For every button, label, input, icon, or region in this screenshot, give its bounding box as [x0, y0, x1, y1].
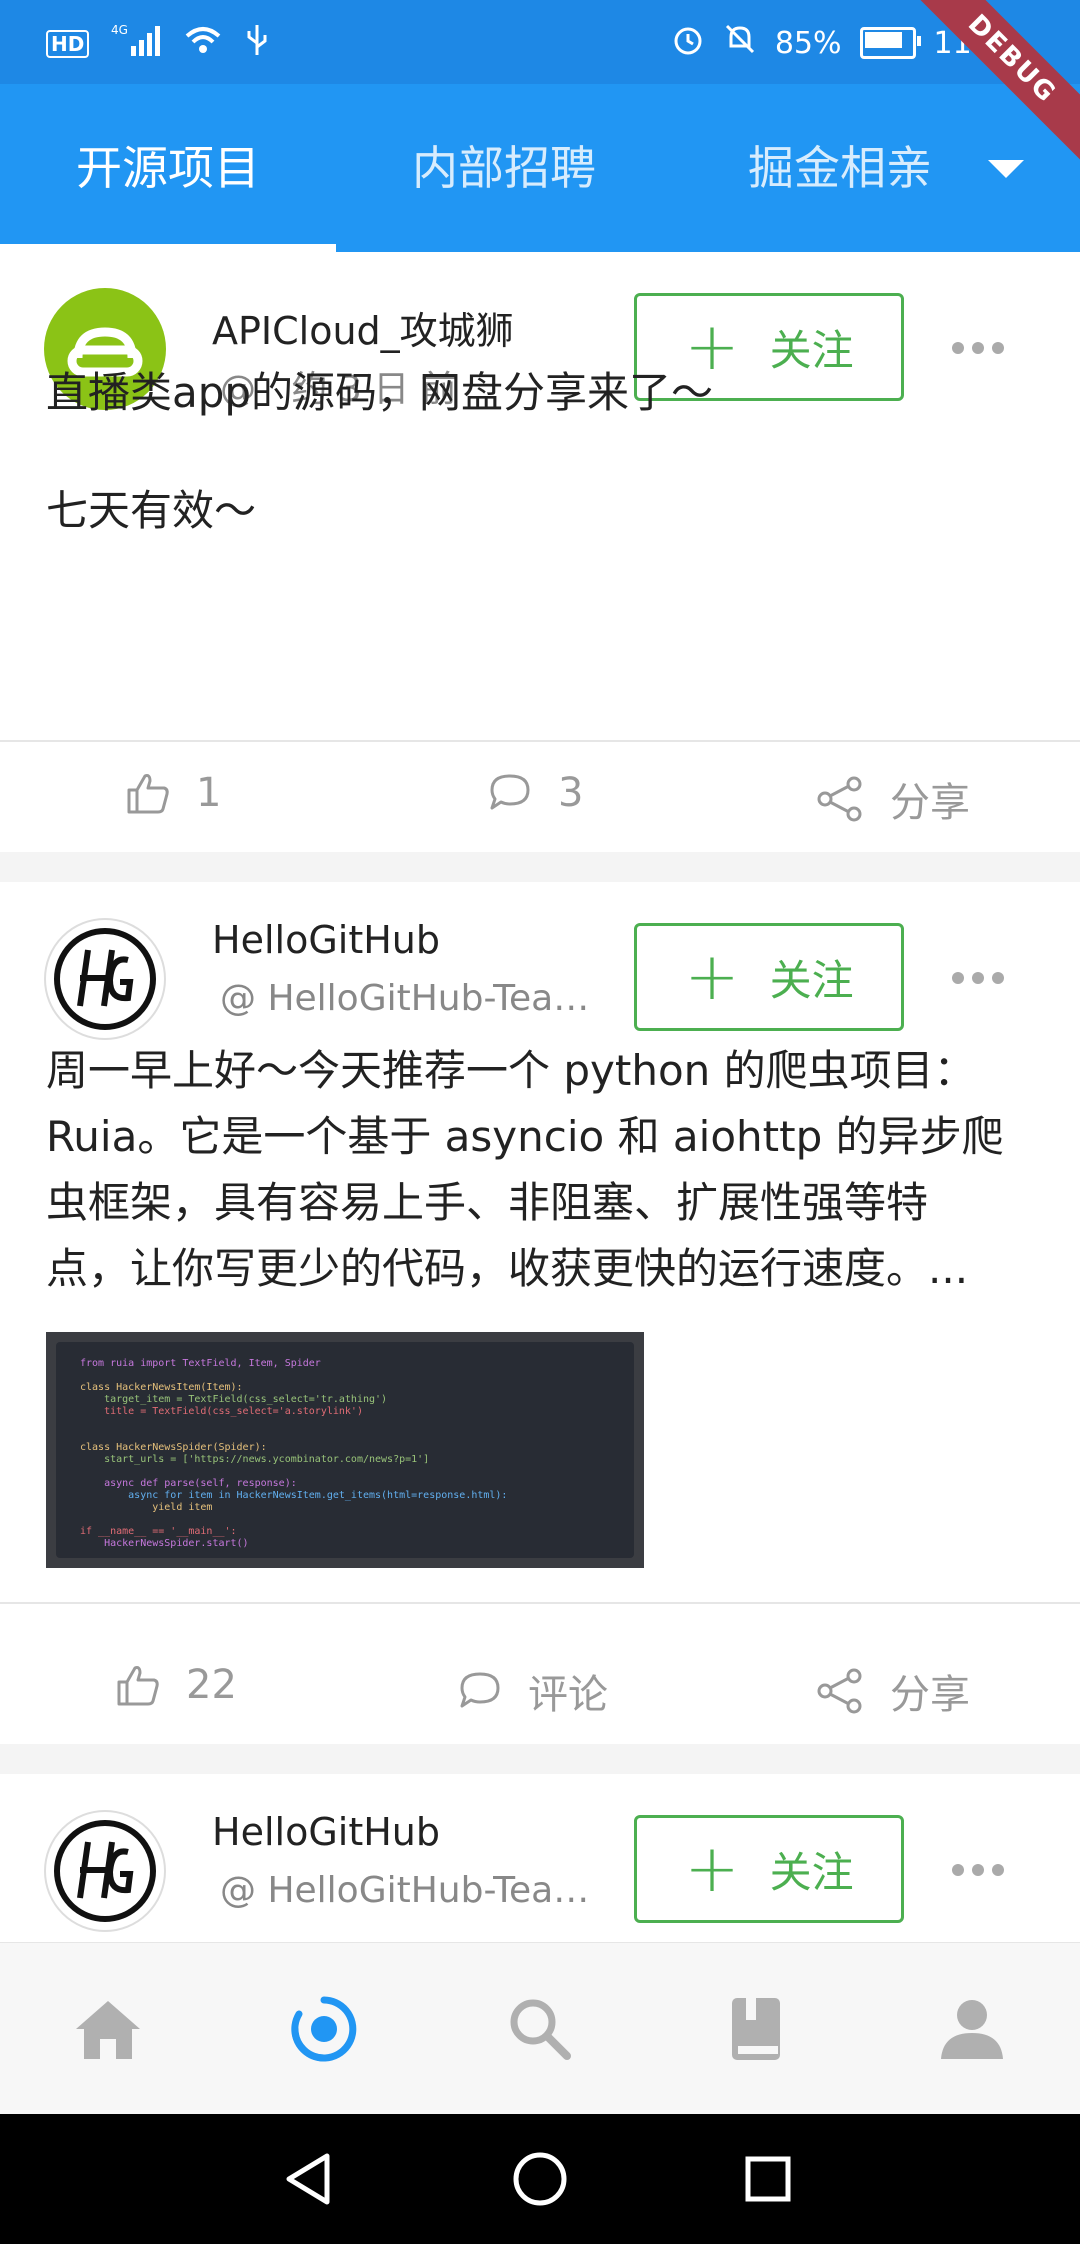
- feed[interactable]: APICloud_攻城狮 @ 约 3 日 前 + 关注 直播类app的源码，网盘…: [0, 252, 1080, 1942]
- author-name[interactable]: APICloud_攻城狮: [212, 300, 514, 355]
- tab-internal-hiring[interactable]: 内部招聘: [336, 84, 672, 252]
- comment-button[interactable]: 3: [488, 770, 583, 816]
- post-content[interactable]: 周一早上好～今天推荐一个 python 的爬虫项目： Ruia。它是一个基于 a…: [46, 1038, 1036, 1302]
- code-line: class HackerNewsItem(Item):: [80, 1382, 243, 1393]
- post-card: APICloud_攻城狮 @ 约 3 日 前 + 关注 直播类app的源码，网盘…: [0, 252, 1080, 852]
- divider: [0, 740, 1080, 742]
- hd-icon: HD: [46, 30, 90, 58]
- nav-activity[interactable]: [216, 1943, 432, 2115]
- share-button[interactable]: 分享: [816, 770, 970, 828]
- share-label: 分享: [890, 1672, 970, 1718]
- avatar[interactable]: [44, 918, 166, 1040]
- post-content[interactable]: 直播类app的源码，网盘分享来了～ 七天有效～: [46, 360, 1036, 536]
- search-icon: [510, 1999, 571, 2060]
- signal-icon: 4G: [111, 22, 161, 66]
- thumbs-up-icon: [127, 774, 169, 814]
- code-line: async def parse(self, response):: [80, 1478, 297, 1489]
- tab-dating[interactable]: 掘金相亲: [672, 84, 1008, 252]
- network-type-label: 4G: [111, 23, 128, 37]
- home-icon: [76, 2001, 140, 2059]
- battery-percent: 85%: [774, 25, 842, 61]
- comment-count: 3: [558, 770, 584, 816]
- comment-button[interactable]: 评论: [458, 1662, 608, 1720]
- alarm-icon: [671, 22, 705, 64]
- tab-indicator: [0, 244, 336, 252]
- code-line: HackerNewsSpider.start(): [80, 1538, 249, 1549]
- code-screenshot: from ruia import TextField, Item, Spider…: [56, 1342, 634, 1558]
- like-button[interactable]: 1: [126, 770, 221, 816]
- follow-button[interactable]: + 关注: [634, 923, 904, 1031]
- hellogithub-logo-icon: [54, 1820, 156, 1922]
- tab-bar: 开源项目 内部招聘 掘金相亲: [0, 84, 1080, 252]
- post-content-line: 虫框架，具有容易上手、非阻塞、扩展性强等特: [46, 1178, 929, 1227]
- post-content-line: 直播类app的源码，网盘分享来了～: [46, 368, 714, 417]
- author-name[interactable]: HelloGitHub: [212, 918, 440, 962]
- like-button[interactable]: 22: [116, 1662, 237, 1708]
- home-circle-icon[interactable]: [510, 2149, 570, 2209]
- tab-dropdown-icon[interactable]: [988, 160, 1024, 178]
- mute-bell-icon: [723, 22, 757, 64]
- book-icon: [732, 1998, 780, 2060]
- code-line: from ruia import TextField, Item, Spider: [80, 1358, 321, 1369]
- back-icon[interactable]: [278, 2149, 338, 2209]
- code-line: if __name__ == '__main__':: [80, 1526, 237, 1537]
- more-options-icon[interactable]: [952, 1864, 1004, 1876]
- share-label: 分享: [890, 780, 970, 826]
- code-line: target_item = TextField(css_select='tr.a…: [80, 1394, 388, 1405]
- share-button[interactable]: 分享: [816, 1662, 970, 1720]
- divider: [0, 1602, 1080, 1604]
- post-content-line: 七天有效～: [46, 486, 257, 535]
- post-image[interactable]: from ruia import TextField, Item, Spider…: [46, 1332, 644, 1568]
- comment-icon: [460, 1672, 500, 1708]
- post-card: HelloGitHub @ HelloGitHub-Team... + 关注: [0, 1774, 1080, 1942]
- follow-button[interactable]: + 关注: [634, 1815, 904, 1923]
- tab-open-source[interactable]: 开源项目: [0, 84, 336, 252]
- post-content-line: 点，让你写更少的代码，收获更快的运行速度。...: [46, 1244, 969, 1293]
- recents-icon[interactable]: [738, 2149, 798, 2209]
- nav-profile[interactable]: [864, 1943, 1080, 2115]
- battery-icon: [859, 27, 921, 59]
- follow-label: 关注: [769, 1847, 854, 1897]
- bottom-nav: [0, 1942, 1080, 2115]
- activity-icon: [291, 1996, 357, 2062]
- code-line: start_urls = ['https://news.ycombinator.…: [80, 1454, 430, 1465]
- nav-home[interactable]: [0, 1943, 216, 2115]
- author-name[interactable]: HelloGitHub: [212, 1810, 440, 1854]
- plus-icon: +: [684, 938, 740, 1015]
- comment-icon: [490, 774, 530, 810]
- hellogithub-logo-icon: [54, 928, 156, 1030]
- post-card: HelloGitHub @ HelloGitHub-Team... + 关注 周…: [0, 882, 1080, 1744]
- author-handle: @ HelloGitHub-Team...: [220, 1870, 590, 1911]
- code-line: yield item: [80, 1502, 213, 1513]
- more-options-icon[interactable]: [952, 342, 1004, 354]
- nav-search[interactable]: [432, 1943, 648, 2115]
- avatar[interactable]: [44, 1810, 166, 1932]
- profile-icon: [941, 2000, 1003, 2059]
- system-nav-bar: [0, 2114, 1080, 2244]
- plus-icon: +: [684, 1830, 740, 1907]
- share-icon: [817, 776, 862, 822]
- author-handle: @ HelloGitHub-Team...: [220, 978, 590, 1019]
- code-line: class HackerNewsSpider(Spider):: [80, 1442, 267, 1453]
- like-count: 1: [196, 770, 222, 816]
- thumbs-up-icon: [117, 1666, 159, 1706]
- usb-icon: [245, 23, 269, 65]
- wifi-icon: [183, 24, 223, 64]
- post-content-line: 周一早上好～今天推荐一个 python 的爬虫项目：: [46, 1046, 976, 1095]
- nav-book[interactable]: [648, 1943, 864, 2115]
- share-icon: [817, 1668, 862, 1714]
- post-content-line: Ruia。它是一个基于 asyncio 和 aiohttp 的异步爬: [46, 1112, 1004, 1161]
- follow-label: 关注: [769, 955, 854, 1005]
- comment-label: 评论: [528, 1672, 608, 1718]
- code-line: title = TextField(css_select='a.storylin…: [80, 1406, 363, 1417]
- more-options-icon[interactable]: [952, 972, 1004, 984]
- code-line: async for item in HackerNewsItem.get_ite…: [80, 1490, 508, 1501]
- status-bar: HD 4G 85%: [0, 0, 1080, 84]
- like-count: 22: [186, 1662, 237, 1708]
